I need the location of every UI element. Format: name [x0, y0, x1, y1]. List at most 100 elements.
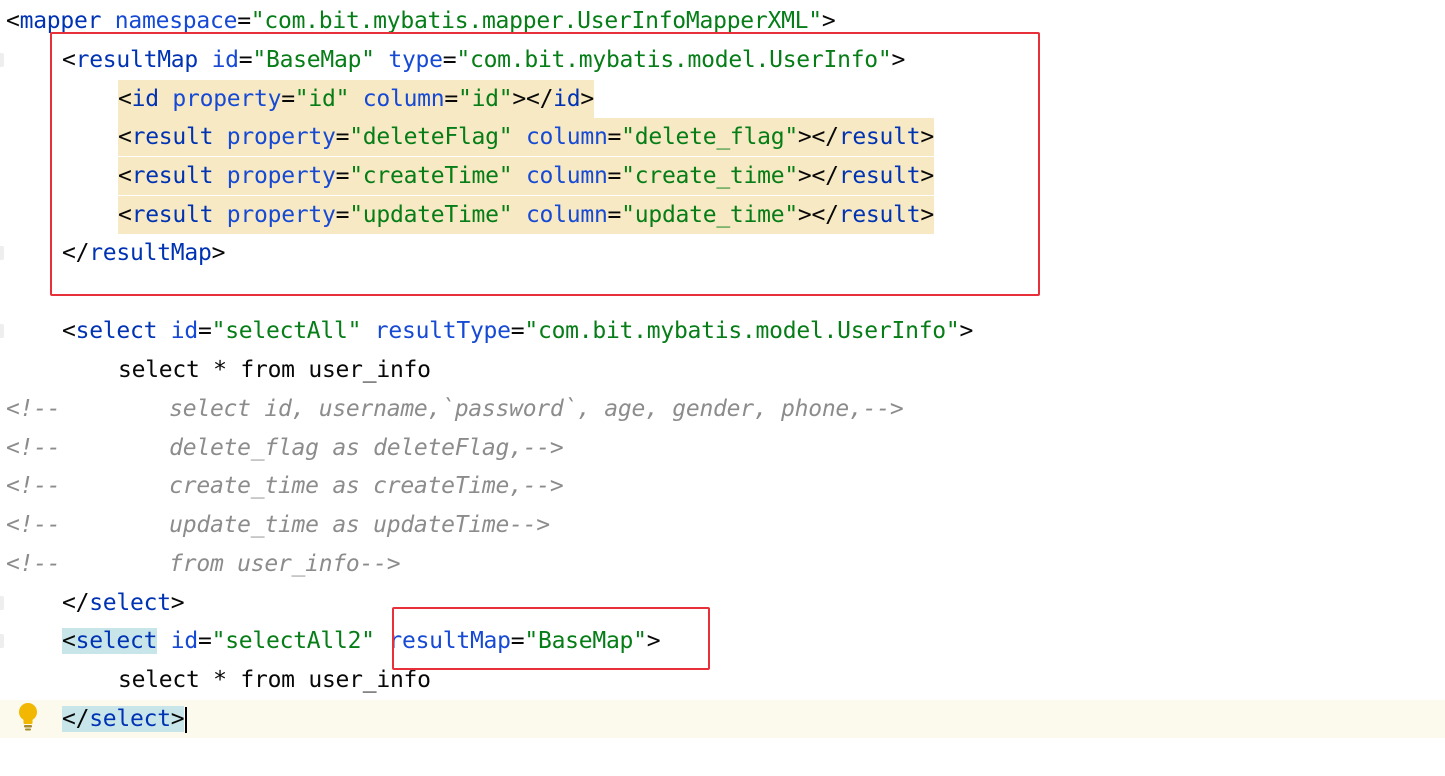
code-line-comment-1: <!-- select id, username,`password`, age… [0, 390, 1445, 428]
code-token: result [131, 202, 214, 228]
code-token: < [118, 202, 132, 228]
code-token: "id" [294, 86, 350, 112]
code-line-comment-3: <!-- create_time as createTime,--> [0, 467, 1445, 505]
code-token: "create_time" [621, 163, 798, 189]
code-line-select-all-sql: select * from user_info [0, 351, 1445, 389]
code-token: <!-- update_time as updateTime--> [6, 512, 550, 538]
code-token: id [131, 86, 159, 112]
code-token: "delete_flag" [621, 124, 798, 150]
code-line-resultmap-close: </resultMap> [0, 234, 1445, 272]
code-token: <!-- select id, username,`password`, age… [6, 396, 904, 422]
code-token: = [335, 124, 350, 150]
code-token: "selectAll2" [211, 628, 375, 654]
code-line-comment-5: <!-- from user_info--> [0, 545, 1445, 583]
code-token: = [198, 318, 212, 344]
code-token: "com.bit.mybatis.model.UserInfo" [456, 47, 892, 73]
code-line-select-all-close: </select> [0, 584, 1445, 622]
code-token: id [553, 86, 581, 112]
code-line-select-all2-close: </select> [0, 700, 1445, 738]
code-token: = [607, 124, 622, 150]
code-token: id [197, 47, 239, 73]
code-token: result [838, 124, 921, 150]
code-token: > [646, 628, 661, 654]
code-token: = [238, 47, 253, 73]
code-token: id [157, 318, 198, 344]
code-token: column [512, 124, 608, 150]
code-token: < [62, 628, 76, 654]
code-token: property [213, 124, 336, 150]
fold-marker[interactable] [0, 324, 4, 338]
code-token: < [6, 8, 20, 34]
code-token: namespace [101, 8, 238, 34]
code-token: select [75, 628, 158, 654]
code-token: "selectAll" [211, 318, 362, 344]
code-token: = [607, 163, 622, 189]
code-token: select * from user_info [118, 357, 431, 383]
code-token: "com.bit.mybatis.model.UserInfo" [524, 318, 960, 344]
code-token: > [920, 163, 934, 189]
code-token: column [349, 86, 445, 112]
code-token: resultMap [374, 628, 511, 654]
code-token: </ [62, 706, 90, 732]
code-token: > [580, 86, 594, 112]
code-token: = [444, 86, 458, 112]
code-token: "BaseMap" [252, 47, 375, 73]
code-token: = [237, 8, 251, 34]
code-token: result [131, 124, 214, 150]
code-token: > [920, 202, 934, 228]
code-token: "com.bit.mybatis.mapper.UserInfoMapperXM… [250, 8, 822, 34]
code-token: result [838, 202, 921, 228]
code-line-result-createtime: <result property="createTime" column="cr… [0, 157, 1445, 195]
code-line-result-deleteflag: <result property="deleteFlag" column="de… [0, 118, 1445, 156]
fold-marker[interactable] [0, 246, 4, 260]
code-token: type [374, 47, 443, 73]
code-token: resultType [361, 318, 511, 344]
fold-marker[interactable] [0, 596, 4, 610]
code-token: resultMap [75, 47, 199, 73]
code-token: select [89, 590, 171, 616]
code-token: = [335, 163, 350, 189]
code-token: select [89, 706, 171, 732]
code-token: < [62, 47, 76, 73]
code-token: = [198, 628, 212, 654]
code-token: = [607, 202, 622, 228]
code-token: = [510, 318, 525, 344]
code-token: resultMap [89, 240, 212, 266]
code-line-select-all2-sql: select * from user_info [0, 661, 1445, 699]
code-token: > [211, 240, 226, 266]
code-token: property [213, 163, 336, 189]
code-token: ></ [797, 202, 839, 228]
code-token: > [821, 8, 836, 34]
code-token: "id" [457, 86, 513, 112]
code-token: ></ [797, 163, 839, 189]
matched-tag-highlight: <select [62, 628, 157, 654]
code-token: = [442, 47, 457, 73]
code-token: "createTime" [349, 163, 513, 189]
code-token: = [335, 202, 350, 228]
code-token: column [512, 163, 608, 189]
code-token: <!-- from user_info--> [6, 551, 401, 577]
fold-marker[interactable] [0, 634, 4, 648]
code-token: property [213, 202, 336, 228]
code-token: > [920, 124, 934, 150]
code-token: "deleteFlag" [349, 124, 513, 150]
fold-marker[interactable] [0, 53, 4, 67]
code-token: "update_time" [621, 202, 798, 228]
code-token: "BaseMap" [524, 628, 647, 654]
lightbulb-icon[interactable] [16, 702, 40, 732]
code-line-comment-2: <!-- delete_flag as deleteFlag,--> [0, 429, 1445, 467]
code-token: <!-- delete_flag as deleteFlag,--> [6, 435, 564, 461]
code-token: </ [62, 240, 90, 266]
code-token: < [118, 86, 132, 112]
code-line-id-element: <id property="id" column="id"></id> [0, 80, 1445, 118]
code-line-resultmap-open: <resultMap id="BaseMap" type="com.bit.my… [0, 41, 1445, 79]
code-token: <!-- create_time as createTime,--> [6, 473, 564, 499]
code-token: > [959, 318, 974, 344]
code-token: "updateTime" [349, 202, 513, 228]
code-line-result-updatetime: <result property="updateTime" column="up… [0, 196, 1445, 234]
code-token: select [75, 318, 158, 344]
code-token: < [62, 318, 76, 344]
code-token: </ [62, 590, 90, 616]
matched-tag-highlight: </select> [62, 706, 185, 732]
code-token: = [281, 86, 295, 112]
